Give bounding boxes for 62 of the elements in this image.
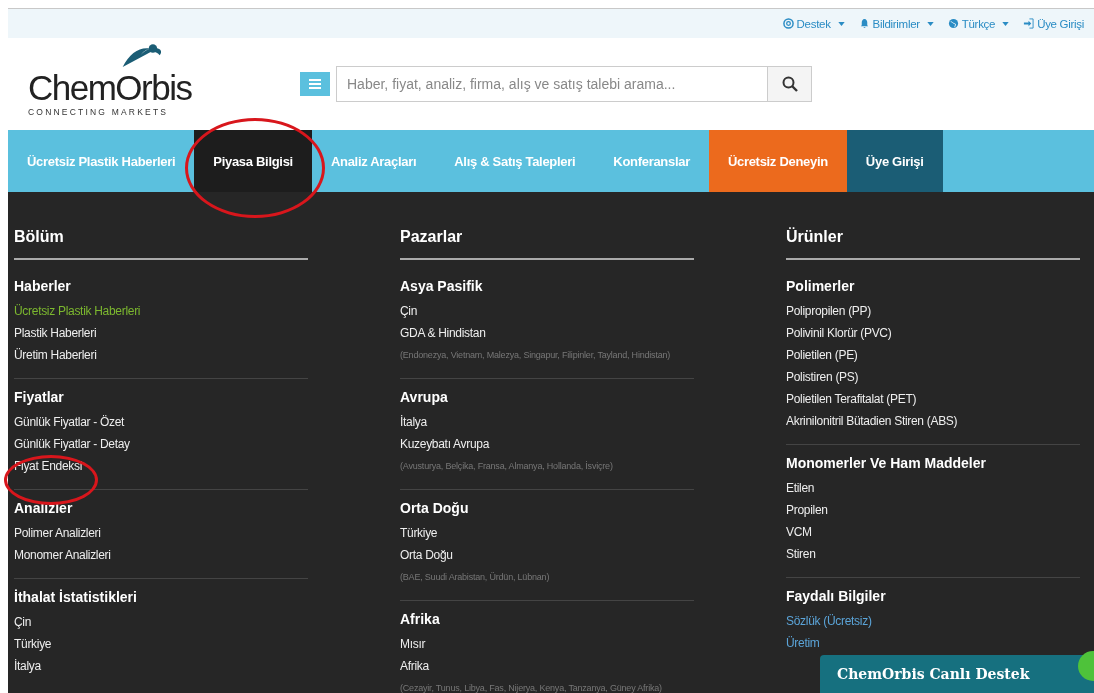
logo-wordmark: ChemOrbis <box>28 69 192 107</box>
menu-link[interactable]: Sözlük (Ücretsiz) <box>786 610 872 632</box>
menu-link[interactable]: Üretim Haberleri <box>14 344 97 366</box>
menu-link[interactable]: Çin <box>14 611 32 633</box>
menu-link[interactable]: VCM <box>786 521 812 543</box>
menu-link[interactable]: Stiren <box>786 543 816 565</box>
section-heading: Analizler <box>14 500 74 516</box>
menu-link[interactable]: Kuzeybatı Avrupa <box>400 433 490 455</box>
menu-link[interactable]: Akrinilonitril Bütadien Stiren (ABS) <box>786 410 958 432</box>
menu-link[interactable]: Günlük Fiyatlar - Özet <box>14 411 125 433</box>
menu-link[interactable]: Polivinil Klorür (PVC) <box>786 322 892 344</box>
section-heading: Haberler <box>14 278 72 294</box>
globe-icon <box>947 18 959 29</box>
column-heading: Bölüm <box>14 228 308 260</box>
section-heading: Polimerler <box>786 278 856 294</box>
country-note: (Avusturya, Belçika, Fransa, Almanya, Hollanda, İsviçre) <box>400 460 613 473</box>
top-link[interactable]: Destek <box>782 17 845 30</box>
section-heading: Monomerler Ve Ham Maddeler <box>786 455 987 471</box>
menu-link[interactable]: İtalya <box>400 411 427 433</box>
menu-link[interactable]: Propilen <box>786 499 828 521</box>
menu-link[interactable]: Polipropilen (PP) <box>786 300 871 322</box>
search-button[interactable] <box>768 66 812 102</box>
top-link[interactable]: Türkçe <box>947 17 1010 30</box>
menu-link[interactable]: Afrika <box>400 655 429 677</box>
column-heading: Ürünler <box>786 228 1080 260</box>
menu-link[interactable]: Türkiye <box>400 522 438 544</box>
menu-link[interactable]: Günlük Fiyatlar - Detay <box>14 433 130 455</box>
nav-tab[interactable]: Piyasa Bilgisi <box>194 130 312 192</box>
country-note: (BAE, Suudi Arabistan, Ürdün, Lübnan) <box>400 571 550 584</box>
menu-link[interactable]: Polistiren (PS) <box>786 366 859 388</box>
country-note: (Cezayir, Tunus, Libya, Fas, Nijerya, Kenya, Tanzanya, Güney Afrika) <box>400 682 662 693</box>
sign-in-icon <box>1023 18 1035 29</box>
section-heading: Fiyatlar <box>14 389 65 405</box>
menu-link[interactable]: Monomer Analizleri <box>14 544 111 566</box>
section-heading: Asya Pasifik <box>400 278 484 294</box>
menu-link[interactable]: Polietilen Terafitalat (PET) <box>786 388 917 410</box>
menu-link[interactable]: Polietilen (PE) <box>786 344 858 366</box>
menu-link[interactable]: Üretim <box>786 632 820 654</box>
menu-link[interactable]: Orta Doğu <box>400 544 453 566</box>
search-field[interactable]: Haber, fiyat, analiz, firma, alış ve satış talebi arama... <box>336 66 768 102</box>
menu-link[interactable]: Plastik Haberleri <box>14 322 97 344</box>
top-link[interactable]: Üye Girişi <box>1023 17 1084 30</box>
menu-link[interactable]: Polimer Analizleri <box>14 522 101 544</box>
menu-link[interactable]: Türkiye <box>14 633 52 655</box>
country-note: (Endonezya, Vietnam, Malezya, Singapur, Filipinler, Tayland, Hindistan) <box>400 349 671 362</box>
menu-link[interactable]: Mısır <box>400 633 426 655</box>
lifebuoy-icon <box>782 18 794 29</box>
logo-tagline: CONNECTING MARKETS <box>28 107 170 117</box>
menu-link[interactable]: Ücretsiz Plastik Haberleri <box>14 300 141 322</box>
nav-tab[interactable]: Üye Girişi <box>846 130 943 192</box>
section-heading: Faydalı Bilgiler <box>786 588 887 604</box>
search-icon <box>781 76 798 92</box>
section-heading: Orta Doğu <box>400 500 470 516</box>
menu-link[interactable]: İtalya <box>14 655 41 677</box>
menu-link[interactable]: Çin <box>400 300 418 322</box>
menu-icon <box>309 79 321 89</box>
section-heading: Afrika <box>400 611 441 627</box>
menu-link[interactable]: GDA & Hindistan <box>400 322 486 344</box>
section-heading: İthalat İstatistikleri <box>14 589 138 605</box>
column-heading: Pazarlar <box>400 228 694 260</box>
section-heading: Avrupa <box>400 389 449 405</box>
menu-link[interactable]: Etilen <box>786 477 815 499</box>
